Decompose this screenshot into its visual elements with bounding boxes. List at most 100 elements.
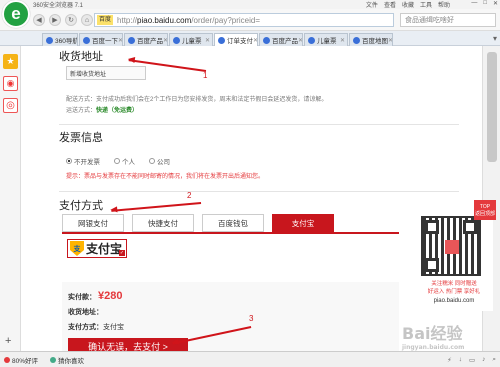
tab-alipay[interactable]: 支付宝 <box>272 214 334 232</box>
back-icon[interactable]: ◀ <box>33 14 45 26</box>
invoice-section-title: 发票信息 <box>59 132 103 144</box>
tab-list-icon[interactable]: ▾ <box>493 34 497 43</box>
address-section-title: 收货地址 <box>59 51 103 63</box>
refresh-icon[interactable]: ↻ <box>65 14 77 26</box>
tab-baidu-map[interactable]: 百度地图 ✕ <box>349 33 393 46</box>
selected-check-icon: ✓ <box>119 250 125 256</box>
window-title: 360安全浏览器 7.1 <box>33 3 84 9</box>
sidebar: ★ ◉ ◎ + <box>0 46 21 351</box>
guess-you-like[interactable]: 猜你喜欢 <box>50 355 84 365</box>
tab-close-icon[interactable]: ✕ <box>340 37 345 44</box>
rating-indicator[interactable]: 80%好评 <box>4 355 38 365</box>
menu-help[interactable]: 帮助 <box>438 0 450 9</box>
alipay-logo-text: 支付宝 <box>86 242 123 256</box>
payment-tab-underline <box>62 232 399 234</box>
status-bar: 80%好评 猜你喜欢 ⚡ ↓ ▭ ♪ ⌕ <box>0 351 500 367</box>
url-field[interactable]: 百度 http://piao.baidu.com/order/pay?price… <box>94 13 394 27</box>
shipping-method: 运送方式：快递（免运费） <box>66 108 139 114</box>
favorites-star-icon[interactable]: ★ <box>3 54 18 69</box>
site-chip: 百度 <box>97 15 114 25</box>
scrollbar-thumb[interactable] <box>487 52 497 162</box>
tab-favicon-icon <box>263 36 270 44</box>
forward-icon[interactable]: ▶ <box>49 14 61 26</box>
invoice-personal-radio[interactable]: 个人 <box>114 156 135 166</box>
address-row: 收货地址： <box>68 309 103 316</box>
baidu-jingyan-watermark: Bai经验 jingyan.baidu.com <box>402 324 465 351</box>
maximize-button[interactable]: □ <box>483 0 487 7</box>
tab-close-icon[interactable]: ✕ <box>253 37 257 44</box>
nav-buttons: ◀ ▶ ↻ ⌂ <box>33 14 93 26</box>
tab-order-pay[interactable]: 订单支付 ✕ <box>214 33 258 46</box>
url-text: http://piao.baidu.com/order/pay?priceid= <box>117 15 261 25</box>
alipay-shield-icon: 支 <box>70 241 84 256</box>
menu-tools[interactable]: 工具 <box>420 0 432 9</box>
tab-bar: 360导航 百度一下 ✕ 百度产品 ✕ 儿童票 ✕ 订单支付 ✕ 百度产品 ✕ 儿童票 ✕ … <box>0 31 500 46</box>
title-bar: 360安全浏览器 7.1 文件 查看 收藏 工具 帮助 — □ ✕ <box>0 0 500 9</box>
volume-icon[interactable]: ♪ <box>482 356 485 364</box>
download-icon[interactable]: ↓ <box>459 356 462 364</box>
divider <box>59 124 459 125</box>
menu-favorites[interactable]: 收藏 <box>402 0 414 9</box>
sidebar-add-button[interactable]: + <box>5 335 11 347</box>
tab-favicon-icon <box>308 36 315 44</box>
tab-quick-pay[interactable]: 快捷支付 <box>132 214 194 232</box>
page-content: 收货地址 新增收货地址 配送方式：支付成功后我们会在2个工作日为您安排发货，周末… <box>21 46 482 351</box>
divider <box>59 191 459 192</box>
weibo-icon[interactable]: ◉ <box>3 76 18 91</box>
guess-icon <box>50 356 57 363</box>
alipay-option[interactable]: 支 支付宝 ✓ <box>67 239 127 258</box>
zoom-icon[interactable]: ⌕ <box>492 356 496 364</box>
payment-section-title: 支付方式 <box>59 200 103 212</box>
pay-amount-row: 实付款： ¥280 <box>68 290 123 302</box>
tab-baidu-wallet[interactable]: 百度钱包 <box>202 214 264 232</box>
search-input[interactable]: 食品通缉吃啥好 <box>400 13 496 27</box>
tab-360-nav[interactable]: 360导航 <box>42 33 78 46</box>
tab-favicon-icon <box>353 36 360 44</box>
speed-icon[interactable]: ⚡ <box>447 356 452 364</box>
rating-icon <box>4 356 10 363</box>
back-to-top-button[interactable]: TOP 返回顶部 <box>474 200 496 220</box>
address-bar: ◀ ▶ ↻ ⌂ 百度 http://piao.baidu.com/order/p… <box>0 9 500 31</box>
order-summary: 实付款： ¥280 收货地址： 支付方式：支付宝 确认无误，去支付 > <box>62 282 399 351</box>
qr-caption-1: 关注糯米 同时赠送 <box>431 281 477 287</box>
home-icon[interactable]: ⌂ <box>81 14 93 26</box>
tab-favicon-icon <box>46 36 53 44</box>
pay-amount: ¥280 <box>98 290 123 302</box>
invoice-none-radio[interactable]: 不开发票 <box>66 156 100 166</box>
invoice-company-radio[interactable]: 公司 <box>149 156 170 166</box>
tab-close-icon[interactable]: ✕ <box>205 37 210 44</box>
tab-child-ticket-2[interactable]: 儿童票 ✕ <box>304 33 348 46</box>
method-row: 支付方式：支付宝 <box>68 324 124 331</box>
tab-child-ticket[interactable]: 儿童票 ✕ <box>169 33 213 46</box>
menu-bar: 文件 查看 收藏 工具 帮助 <box>366 0 450 9</box>
tab-close-icon[interactable]: ✕ <box>298 37 302 44</box>
window-controls: — □ ✕ <box>471 0 498 7</box>
minimize-button[interactable]: — <box>471 0 477 7</box>
payment-tabs: 网银支付 快捷支付 百度钱包 支付宝 <box>62 214 334 232</box>
tab-baidu-products-2[interactable]: 百度产品 ✕ <box>259 33 303 46</box>
browser-logo-icon[interactable]: e <box>2 0 30 28</box>
tab-baidu[interactable]: 百度一下 ✕ <box>79 33 123 46</box>
add-address-button[interactable]: 新增收货地址 <box>66 66 146 80</box>
tab-close-icon[interactable]: ✕ <box>388 37 392 44</box>
tab-favicon-icon <box>173 36 180 44</box>
tab-close-icon[interactable]: ✕ <box>118 37 122 44</box>
qr-caption-2: 好运入 热门票 享好礼 <box>427 289 481 295</box>
invoice-note: 提示：票品与发票存在不能同时邮寄的情况，我们将在发票开出后通知您。 <box>66 174 265 180</box>
qr-url: piao.baidu.com <box>433 298 475 304</box>
qr-code-panel: 关注糯米 同时赠送 好运入 热门票 享好礼 piao.baidu.com <box>415 216 493 311</box>
close-button[interactable]: ✕ <box>493 0 498 7</box>
tab-close-icon[interactable]: ✕ <box>163 37 167 44</box>
annotation-number-2: 2 <box>187 191 192 200</box>
annotation-number-3: 3 <box>249 314 254 323</box>
menu-view[interactable]: 查看 <box>384 0 396 9</box>
qr-code-image <box>421 216 481 276</box>
monitor-icon[interactable]: ▭ <box>469 356 475 364</box>
tab-online-banking[interactable]: 网银支付 <box>62 214 124 232</box>
delivery-note: 配送方式：支付成功后我们会在2个工作日为您安排发货，周末和法定节假日会延迟发货，… <box>66 97 328 103</box>
menu-file[interactable]: 文件 <box>366 0 378 9</box>
target-icon[interactable]: ◎ <box>3 98 18 113</box>
tab-favicon-icon <box>218 36 225 44</box>
invoice-options: 不开发票 个人 公司 <box>66 156 170 166</box>
tab-baidu-products[interactable]: 百度产品 ✕ <box>124 33 168 46</box>
